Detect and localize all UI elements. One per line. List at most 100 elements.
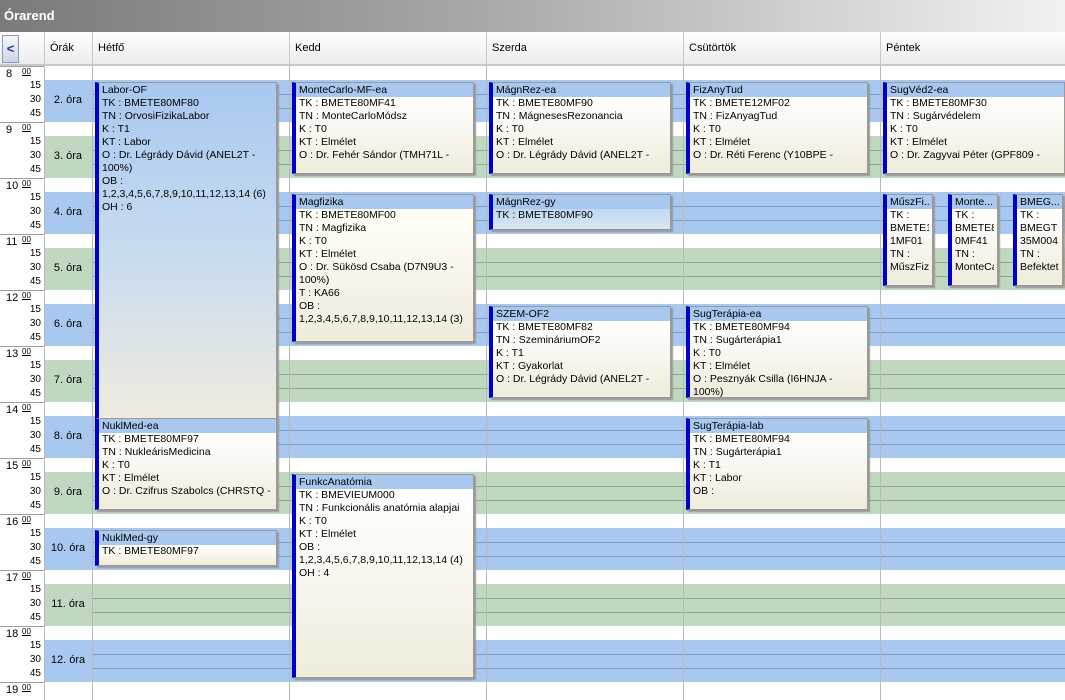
hour-label: 11 00	[0, 235, 44, 249]
event-block[interactable]: MűszFi... TK : BMETE1 1MF01 TN : MűszFiz	[883, 194, 933, 286]
event-detail-line: 1,2,3,4,5,6,7,8,9,10,11,12,13,14 (4)	[299, 554, 463, 566]
hour-minutes: 00	[22, 235, 31, 244]
minute-label: 45	[29, 444, 41, 455]
event-detail-line: K : T1	[693, 459, 721, 471]
event-detail-line: 1,2,3,4,5,6,7,8,9,10,11,12,13,14 (6)	[102, 188, 266, 200]
quarter-line	[92, 598, 1065, 599]
column-divider	[289, 66, 290, 700]
event-block[interactable]: Monte... TK : BMETE8 0MF41 TN : MonteCa	[948, 194, 998, 286]
quarter-line	[92, 668, 1065, 669]
event-detail-line: OB :	[102, 175, 124, 187]
period-label: 12. óra	[50, 654, 86, 666]
hour-value: 14	[6, 404, 19, 416]
event-detail-line: OH : 4	[299, 567, 330, 579]
hour-label: 10 00	[0, 179, 44, 193]
event-block[interactable]: SugVéd2-ea TK : BMETE80MF30 TN : Sugárvéde…	[883, 82, 1065, 174]
minute-label: 15	[29, 360, 41, 371]
period-label: 9. óra	[53, 486, 83, 498]
period-row-band	[92, 584, 1065, 626]
hour-value: 17	[6, 572, 19, 584]
event-title: SugTerápia-ea	[693, 308, 762, 320]
event-block[interactable]: BMEG... TK : BMEGT 35M004 TN : Befektet	[1013, 194, 1063, 286]
minute-label: 45	[29, 108, 41, 119]
event-detail-line: KT : Elmélet	[693, 136, 750, 148]
event-detail-line: OB :	[299, 541, 321, 553]
event-block[interactable]: Magfizika TK : BMETE80MF00 TN : Magfizika K…	[292, 194, 474, 342]
event-detail-line: K : T1	[496, 347, 524, 359]
event-detail-line: O : Dr. Czifrus Szabolcs (CHRSTQ -	[102, 485, 271, 497]
minute-label: 45	[29, 276, 41, 287]
event-detail-line: TK : BMEVIEUM000	[299, 489, 395, 501]
event-detail-line: BMEGT	[1020, 222, 1058, 234]
event-block[interactable]: NuklMed-ea TK : BMETE80MF97 TN : Nukleáris…	[95, 418, 277, 510]
event-title: Monte...	[955, 196, 993, 208]
period-label: 11. óra	[51, 598, 85, 610]
event-detail-line: TN : Sugárterápia1	[693, 334, 782, 346]
hour-label: 18 00	[0, 627, 44, 641]
minute-label: 45	[29, 500, 41, 511]
column-header-hours: Órák	[44, 32, 92, 66]
event-block[interactable]: FizAnyTud TK : BMETE12MF02 TN : FizAnyagTu…	[686, 82, 868, 174]
event-detail-line: K : T0	[890, 123, 918, 135]
period-label: 8. óra	[53, 430, 83, 442]
event-detail-line: KT : Elmélet	[299, 248, 356, 260]
event-detail-line: O : Dr. Légrády Dávid (ANEL2T -	[496, 149, 650, 161]
event-detail-line: 35M004	[1020, 235, 1058, 247]
minute-label: 30	[29, 318, 41, 329]
hour-minutes: 00	[22, 179, 31, 188]
column-header-tuesday[interactable]: Kedd	[289, 32, 486, 66]
minute-label: 30	[29, 654, 41, 665]
event-detail-line: TK : BMETE80MF41	[299, 97, 396, 109]
event-title: BMEG...	[1020, 196, 1059, 208]
column-header-thursday[interactable]: Csütörtök	[683, 32, 880, 66]
hour-value: 19	[6, 684, 19, 696]
event-title: NuklMed-ea	[102, 420, 159, 432]
event-detail-line: KT : Labor	[102, 136, 151, 148]
event-detail-line: TN : NukleárisMedicina	[102, 446, 211, 458]
event-title: MágnRez-ea	[496, 84, 557, 96]
minute-label: 30	[29, 262, 41, 273]
event-block[interactable]: MágnRez-ea TK : BMETE80MF90 TN : MágnesesR…	[489, 82, 671, 174]
event-detail-line: K : T1	[102, 123, 130, 135]
event-block[interactable]: MágnRez-gy TK : BMETE80MF90	[489, 194, 671, 230]
event-block[interactable]: SZEM-OF2 TK : BMETE80MF82 TN : Szeminárium…	[489, 306, 671, 398]
event-detail-line: K : T0	[693, 123, 721, 135]
hour-label: 15 00	[0, 459, 44, 473]
column-header-wednesday[interactable]: Szerda	[486, 32, 683, 66]
event-detail-line: OH : 6	[102, 201, 133, 213]
event-detail-line: O : Dr. Réti Ferenc (Y10BPE -	[693, 149, 834, 161]
minute-label: 30	[29, 542, 41, 553]
event-detail-line: K : T0	[102, 459, 130, 471]
event-detail-line: TN : Magfizika	[299, 222, 367, 234]
event-detail-line: TK : BMETE80MF82	[496, 321, 593, 333]
period-label: 7. óra	[53, 374, 83, 386]
event-block[interactable]: SugTerápia-ea TK : BMETE80MF94 TN : Sugárt…	[686, 306, 868, 398]
minute-label: 30	[29, 486, 41, 497]
column-header-monday[interactable]: Hétfő	[92, 32, 289, 66]
column-header-friday[interactable]: Péntek	[880, 32, 1065, 66]
previous-week-button[interactable]: <	[2, 35, 19, 63]
hour-minutes: 00	[22, 123, 31, 132]
hour-label: 12 00	[0, 291, 44, 305]
minute-label: 15	[29, 472, 41, 483]
hour-label: 14 00	[0, 403, 44, 417]
event-title: MonteCarlo-MF-ea	[299, 84, 388, 96]
event-detail-line: TK :	[890, 209, 910, 221]
event-detail-line: TK :	[955, 209, 975, 221]
hour-label: 9 00	[0, 123, 44, 137]
event-block[interactable]: SugTerápia-lab TK : BMETE80MF94 TN : Sugár…	[686, 418, 868, 510]
hour-minutes: 00	[22, 403, 31, 412]
event-detail-line: TK : BMETE80MF90	[496, 97, 593, 109]
minute-label: 15	[29, 80, 41, 91]
event-detail-line: 0MF41	[955, 235, 988, 247]
event-block[interactable]: MonteCarlo-MF-ea TK : BMETE80MF41 TN : Mon…	[292, 82, 474, 174]
hour-value: 10	[6, 180, 19, 192]
timetable-grid: 2. óra 3. óra 4. óra 5. óra 6. óra 7. óra 8. ó…	[0, 66, 1065, 700]
event-block[interactable]: FunkcAnatómia TK : BMEVIEUM000 TN : Funkci…	[292, 474, 474, 678]
minute-label: 15	[29, 640, 41, 651]
event-detail-line: MonteCa	[955, 261, 994, 273]
event-block[interactable]: NuklMed-gy TK : BMETE80MF97	[95, 530, 277, 566]
event-title: MágnRez-gy	[496, 196, 556, 208]
minute-label: 45	[29, 220, 41, 231]
event-block[interactable]: Labor-OF TK : BMETE80MF80 TN : OrvosiFizik…	[95, 82, 277, 426]
